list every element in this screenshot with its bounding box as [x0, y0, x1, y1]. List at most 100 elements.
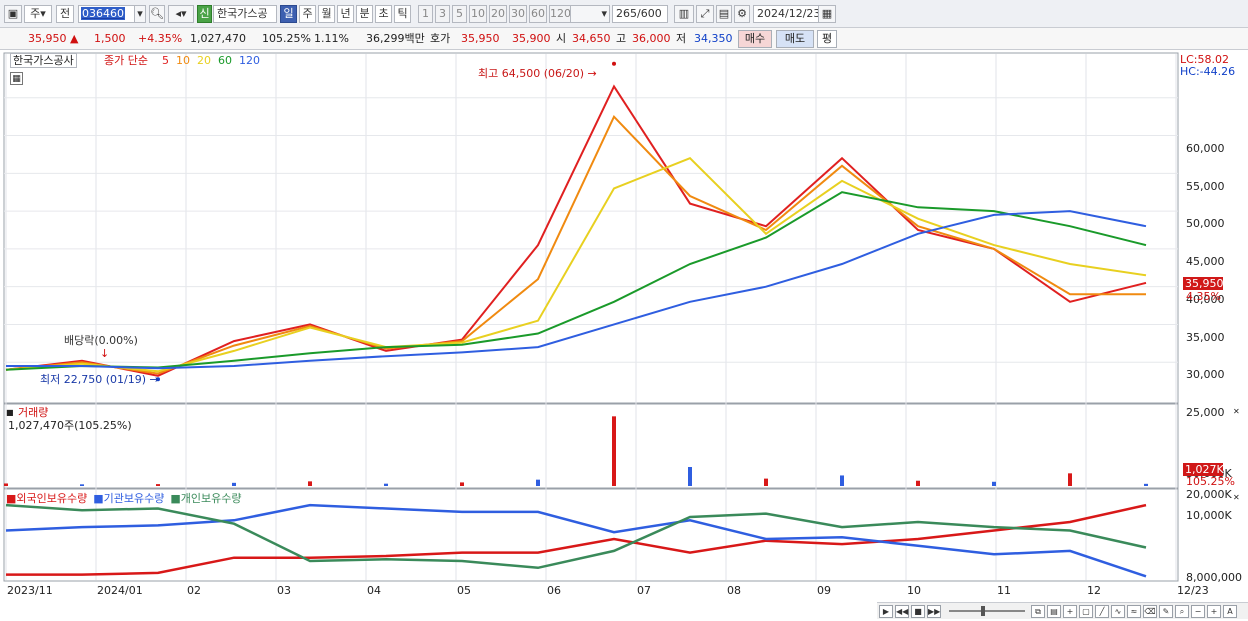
ma-legend-item: 10: [176, 54, 190, 67]
prev-button[interactable]: 전: [56, 5, 74, 23]
tab-period-5[interactable]: 초: [375, 5, 392, 23]
high-point: [612, 61, 616, 66]
stock-code-text: 036460: [81, 7, 125, 20]
x-axis-label: 2024/01: [97, 584, 143, 597]
volume-bar: [80, 484, 84, 486]
date-field[interactable]: 2024/12/23: [753, 5, 820, 23]
buy-button[interactable]: 매수: [738, 30, 772, 48]
speaker-icon[interactable]: ◂▾: [168, 5, 194, 23]
panel-close-icon[interactable]: ✕: [1233, 491, 1240, 504]
price-tick-label: 45,000: [1186, 255, 1225, 269]
open-price: 34,650: [572, 32, 611, 45]
table-icon[interactable]: ▦: [10, 72, 23, 85]
erase-icon[interactable]: ⌫: [1143, 605, 1157, 618]
crosshair-icon[interactable]: +: [1063, 605, 1077, 618]
zoom-in-icon[interactable]: +: [1207, 605, 1221, 618]
count-button-10[interactable]: 10: [469, 5, 487, 23]
ma-legend: 5 10 20 60 120: [162, 54, 267, 67]
stock-chart[interactable]: [0, 50, 1248, 621]
x-axis-label: 12/23: [1177, 584, 1209, 597]
tab-period-4[interactable]: 분: [356, 5, 373, 23]
display-total: /600: [637, 7, 662, 20]
tab-period-3[interactable]: 년: [337, 5, 354, 23]
count-button-20[interactable]: 20: [489, 5, 507, 23]
price-tick-label: 50,000: [1186, 217, 1225, 231]
gear-icon[interactable]: ⚙: [734, 5, 750, 23]
calendar-icon[interactable]: ▦: [818, 5, 836, 23]
low-marker: 최저 22,750 (01/19) →: [40, 373, 159, 386]
count-button-5[interactable]: 5: [452, 5, 467, 23]
volume-bar: [688, 467, 692, 486]
search-icon[interactable]: 🔍︎: [149, 5, 165, 23]
high-marker: 최고 64,500 (06/20) →: [478, 67, 597, 80]
count-button-30[interactable]: 30: [509, 5, 527, 23]
zoom-slider[interactable]: [949, 610, 1025, 612]
tab-period-0[interactable]: 일: [280, 5, 297, 23]
price-tick-label: 35,000: [1186, 330, 1225, 344]
tab-period-2[interactable]: 월: [318, 5, 335, 23]
count-button-60[interactable]: 60: [529, 5, 547, 23]
sell-button[interactable]: 매도: [776, 30, 814, 48]
rewind-icon[interactable]: ◀◀: [895, 605, 909, 618]
volume-bar: [992, 481, 996, 486]
copy-icon[interactable]: ⧉: [1031, 605, 1045, 618]
low-price: 34,350: [694, 32, 733, 45]
candle-icon[interactable]: ▥: [674, 5, 694, 23]
forward-icon[interactable]: ▶▶: [927, 605, 941, 618]
low-label: 저: [676, 32, 687, 45]
zoom-icon[interactable]: ⌕: [1175, 605, 1189, 618]
x-axis-label: 07: [637, 584, 651, 597]
low-marker-text: 최저 22,750 (01/19): [40, 373, 147, 386]
volume-tick-label: 10,000K: [1186, 508, 1232, 522]
layout-icon[interactable]: ▤: [1047, 605, 1061, 618]
ma-legend-item: 120: [239, 54, 260, 67]
font-size-icon[interactable]: A: [1223, 605, 1237, 618]
wave-icon[interactable]: ≈: [1127, 605, 1141, 618]
zoom-out-icon[interactable]: −: [1191, 605, 1205, 618]
volume-value-label: 1,027,470주(105.25%): [8, 419, 132, 432]
trend-icon[interactable]: ∿: [1111, 605, 1125, 618]
pen-icon[interactable]: ✎: [1159, 605, 1173, 618]
zoom-slider-handle[interactable]: [981, 606, 985, 616]
code-dropdown-icon[interactable]: ▾: [134, 5, 146, 23]
save-icon[interactable]: ▤: [716, 5, 732, 23]
window-menu-icon[interactable]: ▣: [4, 5, 22, 23]
display-count-field[interactable]: 265/600: [612, 5, 668, 23]
volume-bar: [840, 475, 844, 486]
count-button-1[interactable]: 1: [418, 5, 433, 23]
tab-period-1[interactable]: 주: [299, 5, 316, 23]
stock-badge: 신: [197, 5, 212, 23]
ask-price: 35,950: [461, 32, 500, 45]
hc-value: HC:-44.26: [1180, 65, 1236, 78]
view-mode-label: 주: [30, 7, 41, 20]
count-button-120[interactable]: 120: [549, 5, 571, 23]
price-tick-label: 25,000: [1186, 406, 1225, 420]
count-button-3[interactable]: 3: [435, 5, 450, 23]
draw-line-icon[interactable]: ╱: [1095, 605, 1109, 618]
open-label: 시: [556, 32, 567, 45]
frame-icon[interactable]: ▢: [1079, 605, 1093, 618]
price-tick-label: 60,000: [1186, 141, 1225, 155]
play-icon[interactable]: ▶: [879, 605, 893, 618]
volume-ratio-tag: 105.25%: [1186, 475, 1235, 488]
change-percent: +4.35%: [138, 32, 183, 45]
volume-bar: [916, 480, 920, 486]
volume-value: 1,027,470: [190, 32, 246, 45]
eval-button[interactable]: 평: [817, 30, 837, 48]
bid-price: 35,900: [512, 32, 551, 45]
high-label: 고: [616, 32, 627, 45]
stock-code-input[interactable]: 036460: [78, 5, 136, 23]
price-panel-title[interactable]: 한국가스공사: [10, 53, 77, 68]
draw-tool-icon[interactable]: ⤢: [696, 5, 714, 23]
count-dropdown[interactable]: ▾: [570, 5, 610, 23]
volume-bar: [1144, 483, 1148, 486]
holding-legend: ■외국인보유수량 ■기관보유수량 ■개인보유수량: [6, 492, 247, 505]
panel-close-icon[interactable]: ✕: [1233, 405, 1240, 418]
chart-toolbar: ▣ 주▾ 전 036460 ▾ 🔍︎ ◂▾ 신 한국가스공 일주월년분초틱 13…: [0, 0, 1248, 28]
panel-marker-icon: ■: [6, 408, 14, 417]
stop-icon[interactable]: ■: [911, 605, 925, 618]
tab-period-6[interactable]: 틱: [394, 5, 411, 23]
view-mode-select[interactable]: 주▾: [24, 5, 52, 23]
stock-name-field[interactable]: 한국가스공: [213, 5, 277, 23]
volume-bar: [460, 482, 464, 486]
